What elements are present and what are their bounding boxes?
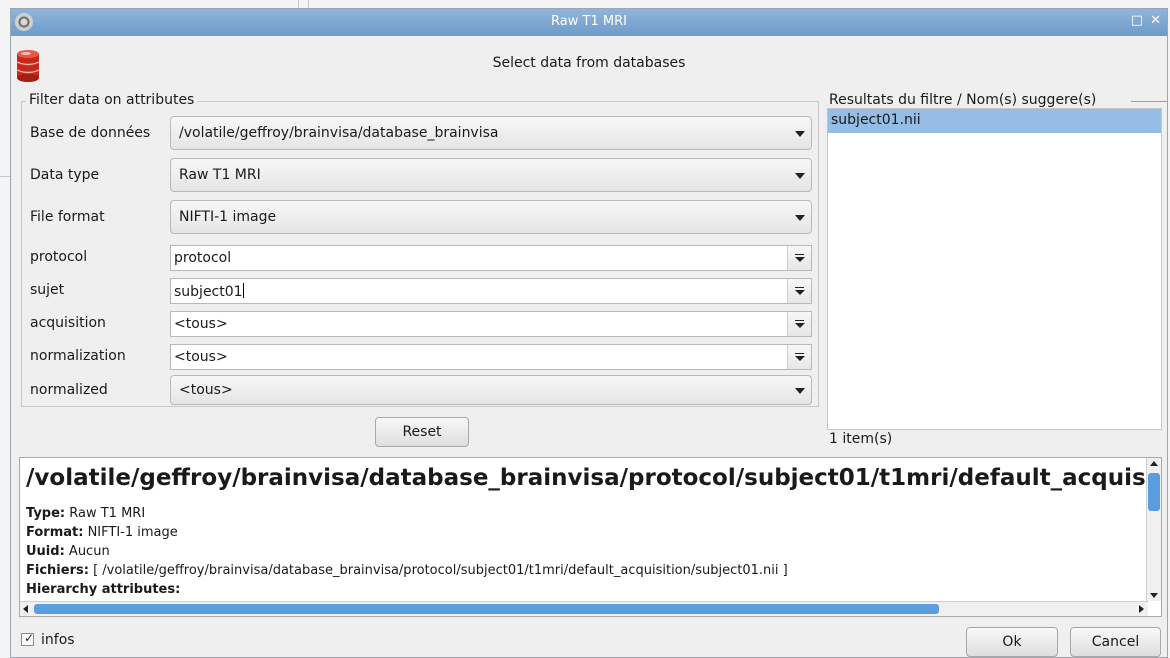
scroll-thumb[interactable] xyxy=(34,604,939,614)
acquisition-combo-input[interactable]: <tous> xyxy=(170,311,812,337)
ok-button[interactable]: Ok xyxy=(966,627,1058,657)
filter-row-acquisition: acquisition <tous> xyxy=(30,311,812,337)
info-format-line: Format: NIFTI-1 image xyxy=(26,525,178,540)
info-path-heading: /volatile/geffroy/brainvisa/database_bra… xyxy=(26,465,1161,491)
filter-row-base-de-donnees: Base de données /volatile/geffroy/brainv… xyxy=(30,116,812,150)
filter-row-protocol: protocol protocol xyxy=(30,245,812,271)
info-uuid-line: Uuid: Aucun xyxy=(26,544,110,559)
info-format-value: NIFTI-1 image xyxy=(87,525,178,540)
dropdown-menu-icon[interactable] xyxy=(787,312,811,336)
info-uuid-label: Uuid: xyxy=(26,544,65,559)
filter-row-normalization: normalization <tous> xyxy=(30,344,812,370)
infos-checkbox[interactable]: ✓ xyxy=(21,631,35,646)
maximize-button[interactable]: □ xyxy=(1131,13,1143,28)
info-files-label: Fichiers: xyxy=(26,563,89,578)
filter-label: Data type xyxy=(30,167,100,183)
filter-label: protocol xyxy=(30,249,88,265)
scroll-right-icon[interactable] xyxy=(1139,605,1144,613)
reset-button[interactable]: Reset xyxy=(375,417,469,447)
dropdown-menu-icon[interactable] xyxy=(787,345,811,369)
dialog-window: Raw T1 MRI □ ✕ Select data from database… xyxy=(10,8,1168,658)
info-hierarchy-line: Hierarchy attributes: xyxy=(26,582,180,597)
dialog-heading: Select data from databases xyxy=(492,55,686,71)
close-button[interactable]: ✕ xyxy=(1150,13,1161,28)
horizontal-scrollbar[interactable] xyxy=(20,601,1148,616)
text-cursor xyxy=(242,283,244,298)
combo-input-text: subject01 xyxy=(174,284,243,300)
info-hierarchy-label: Hierarchy attributes: xyxy=(26,582,181,597)
filter-row-file-format: File format NIFTI-1 image xyxy=(30,200,812,234)
info-panel[interactable]: /volatile/geffroy/brainvisa/database_bra… xyxy=(19,457,1162,617)
data-type-combo[interactable]: Raw T1 MRI xyxy=(170,158,812,192)
chevron-down-icon xyxy=(795,388,805,394)
protocol-combo-input[interactable]: protocol xyxy=(170,245,812,271)
info-type-label: Type: xyxy=(26,506,66,521)
title-bar[interactable]: Raw T1 MRI □ ✕ xyxy=(11,9,1167,36)
info-type-line: Type: Raw T1 MRI xyxy=(26,506,145,521)
backdrop-divider xyxy=(298,0,299,8)
info-files-value: [ /volatile/geffroy/brainvisa/database_b… xyxy=(93,563,788,578)
filter-row-sujet: sujet subject01 xyxy=(30,278,812,304)
list-item[interactable]: subject01.nii xyxy=(828,109,1161,133)
file-format-combo[interactable]: NIFTI-1 image xyxy=(170,200,812,234)
combo-value: /volatile/geffroy/brainvisa/database_bra… xyxy=(179,125,499,141)
combo-value: Raw T1 MRI xyxy=(179,167,261,183)
filter-label: sujet xyxy=(30,282,65,298)
filter-label: Base de données xyxy=(30,125,151,141)
results-title: Resultats du filtre / Nom(s) suggere(s) xyxy=(829,92,1100,108)
normalization-combo-input[interactable]: <tous> xyxy=(170,344,812,370)
filter-label: normalized xyxy=(30,382,108,398)
filter-row-normalized: normalized <tous> xyxy=(30,375,812,409)
sujet-combo-input[interactable]: subject01 xyxy=(170,278,812,304)
info-uuid-value: Aucun xyxy=(68,544,110,559)
combo-input-text: <tous> xyxy=(174,316,228,332)
scroll-down-icon[interactable] xyxy=(1150,593,1158,598)
chevron-down-icon xyxy=(795,131,805,137)
dropdown-menu-icon[interactable] xyxy=(787,279,811,303)
chevron-down-icon xyxy=(795,215,805,221)
dropdown-menu-icon[interactable] xyxy=(787,246,811,270)
info-format-label: Format: xyxy=(26,525,84,540)
filter-group: Filter data on attributes Base de donnée… xyxy=(21,92,819,409)
infos-label: infos xyxy=(41,632,75,648)
scroll-thumb[interactable] xyxy=(1148,473,1160,511)
info-files-line: Fichiers: [ /volatile/geffroy/brainvisa/… xyxy=(26,563,788,578)
scroll-up-icon[interactable] xyxy=(1150,461,1158,466)
results-count: 1 item(s) xyxy=(829,431,893,447)
window-title: Raw T1 MRI xyxy=(551,14,627,29)
combo-value: NIFTI-1 image xyxy=(179,209,277,225)
results-list[interactable]: subject01.nii xyxy=(827,108,1162,430)
database-combo[interactable]: /volatile/geffroy/brainvisa/database_bra… xyxy=(170,116,812,150)
filter-label: File format xyxy=(30,209,105,225)
check-icon: ✓ xyxy=(24,631,35,645)
combo-input-text: <tous> xyxy=(174,349,228,365)
backdrop-divider xyxy=(308,0,309,8)
chevron-down-icon xyxy=(795,173,805,179)
info-type-value: Raw T1 MRI xyxy=(69,506,146,521)
normalized-combo[interactable]: <tous> xyxy=(170,375,812,405)
vertical-scrollbar[interactable] xyxy=(1146,458,1161,601)
filter-row-data-type: Data type Raw T1 MRI xyxy=(30,158,812,192)
filter-group-title: Filter data on attributes xyxy=(26,92,198,108)
results-title-divider xyxy=(1131,101,1167,102)
combo-value: <tous> xyxy=(179,382,233,398)
filter-label: acquisition xyxy=(30,315,106,331)
scroll-left-icon[interactable] xyxy=(23,605,28,613)
cancel-button[interactable]: Cancel xyxy=(1070,627,1161,657)
filter-label: normalization xyxy=(30,348,126,364)
combo-input-text: protocol xyxy=(174,250,232,266)
